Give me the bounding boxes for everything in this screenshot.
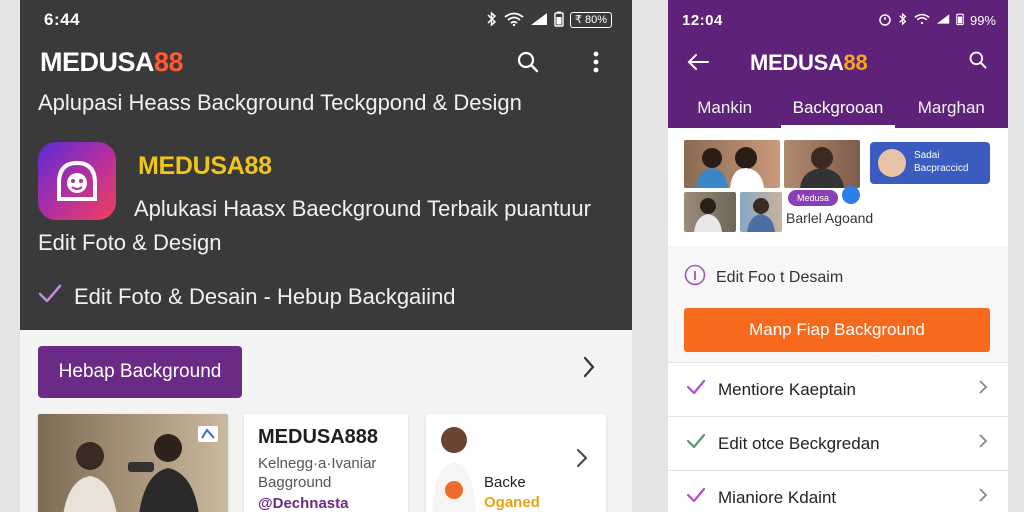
gallery-thumb[interactable] xyxy=(740,192,782,232)
wifi-icon xyxy=(914,13,930,28)
battery-percent: ₹ 80% xyxy=(569,12,612,28)
wifi-icon xyxy=(504,12,524,29)
manp-background-button[interactable]: Manp Fiap Background xyxy=(684,308,990,352)
info-card[interactable]: MEDUSA888 Kelnegg·a·Ivaniar Bagground @D… xyxy=(244,414,408,512)
chevron-right-icon[interactable] xyxy=(576,448,588,473)
photo-card[interactable] xyxy=(38,414,228,512)
promo-line1: Sadai xyxy=(914,150,940,161)
edit-label: Edit Foo t Desaim xyxy=(716,268,844,286)
list-item[interactable]: Mianiore Kdaint xyxy=(668,470,1008,512)
signal-icon xyxy=(936,13,950,28)
page-subtitle: Aplupasi Heass Background Teckgpond & De… xyxy=(38,90,522,115)
brand-text: MEDUSA xyxy=(40,46,155,77)
right-phone-screen: 12:04 99% MEDUSA88 Mankin Backgrooan Mar… xyxy=(668,0,1008,512)
person-card[interactable]: Backe Oganed xyxy=(426,414,606,512)
brand-logo: MEDUSA88 xyxy=(750,50,868,76)
chevron-right-icon xyxy=(978,487,988,508)
left-header: 6:44 ₹ 80% MEDUSA88 Aplupasi Heass Backg… xyxy=(20,0,632,330)
tab-bar: Mankin Backgrooan Marghan xyxy=(668,86,1008,128)
left-content: Hebap Background MEDUSA888 Kelnegg·a·Iva… xyxy=(20,330,632,512)
chevron-right-icon xyxy=(978,433,988,454)
status-time: 12:04 xyxy=(682,11,723,29)
card-label: Backe xyxy=(484,474,526,491)
list-item[interactable]: Edit otce Beckgredan xyxy=(668,416,1008,470)
photo-gallery: Sadai Bacpraccicd Medusa Barlel Agoand xyxy=(668,128,1008,246)
bluetooth-icon xyxy=(898,12,908,29)
tab-background[interactable]: Backgrooan xyxy=(781,86,895,128)
brand-number: 88 xyxy=(843,50,868,75)
gallery-thumb[interactable] xyxy=(684,140,780,188)
tab-mankin[interactable]: Mankin xyxy=(668,86,781,128)
info-circle-icon xyxy=(684,264,706,291)
list-item-label: Mianiore Kdaint xyxy=(718,487,837,507)
tab-marghan[interactable]: Marghan xyxy=(895,86,1008,128)
check-icon xyxy=(686,379,706,400)
promo-banner[interactable]: Sadai Bacpraccicd xyxy=(870,142,990,184)
brand-logo: MEDUSA88 xyxy=(40,46,184,78)
left-phone-screen: 6:44 ₹ 80% MEDUSA88 Aplupasi Heass Backg… xyxy=(20,0,632,512)
status-bar: 12:04 99% xyxy=(668,8,1008,32)
feature-label: Edit Foto & Desain - Hebup Backgaiind xyxy=(74,284,456,309)
check-icon xyxy=(686,433,706,454)
couple-photo xyxy=(63,426,218,512)
gallery-caption: Barlel Agoand xyxy=(786,210,874,226)
list-item-label: Mentiore Kaeptain xyxy=(718,379,856,399)
status-bar: 6:44 ₹ 80% xyxy=(20,8,632,32)
hebap-background-button[interactable]: Hebap Background xyxy=(38,346,242,398)
battery-icon xyxy=(956,12,964,29)
status-icons: ₹ 80% xyxy=(486,10,612,30)
gallery-badge: Medusa xyxy=(788,190,838,206)
card-line2: Bagground xyxy=(258,474,332,491)
right-header: 12:04 99% MEDUSA88 Mankin Backgrooan Mar… xyxy=(668,0,1008,128)
status-time: 6:44 xyxy=(44,10,81,29)
battery-icon xyxy=(554,11,564,30)
list-item[interactable]: Mentiore Kaeptain xyxy=(668,362,1008,416)
action-list: Edit Foo t Desaim Manp Fiap Background M… xyxy=(668,246,1008,512)
search-icon[interactable] xyxy=(512,46,544,78)
feature-item: Edit Foto & Desain - Hebup Backgaiind xyxy=(38,284,456,310)
card-title: MEDUSA888 xyxy=(258,426,379,448)
app-description: Aplukasi Haasx Baeckground Terbaik puant… xyxy=(134,196,591,221)
chevron-right-icon xyxy=(978,379,988,400)
boy-photo xyxy=(432,427,476,512)
list-item-label: Edit otce Beckgredan xyxy=(718,433,880,453)
app-description-line2: Edit Foto & Design xyxy=(38,230,222,255)
card-tag: Oganed xyxy=(484,494,540,511)
check-icon xyxy=(38,284,62,310)
back-arrow-icon[interactable] xyxy=(682,46,714,78)
app-bar-actions xyxy=(512,46,612,78)
chevron-right-icon[interactable] xyxy=(582,356,596,383)
app-bar: MEDUSA88 xyxy=(40,40,612,84)
gallery-thumb[interactable] xyxy=(684,192,736,232)
notification-dot xyxy=(842,186,860,204)
avatar xyxy=(878,149,906,177)
card-tag: @Dechnasta xyxy=(258,495,349,512)
bluetooth-icon xyxy=(486,10,498,30)
gallery-thumb[interactable] xyxy=(784,140,860,188)
search-icon[interactable] xyxy=(968,50,988,75)
status-icons: 99% xyxy=(878,12,996,29)
app-name: MEDUSA88 xyxy=(138,152,272,180)
mascot-icon xyxy=(57,160,97,201)
alarm-icon xyxy=(878,12,892,29)
card-line1: Kelnegg·a·Ivaniar xyxy=(258,455,377,472)
promo-line2: Bacpraccicd xyxy=(914,163,969,174)
edit-label-row: Edit Foo t Desaim xyxy=(684,264,843,291)
brand-text: MEDUSA xyxy=(750,50,844,75)
check-icon xyxy=(686,487,706,508)
more-vert-icon[interactable] xyxy=(580,46,612,78)
signal-icon xyxy=(530,12,548,29)
brand-number: 88 xyxy=(154,46,184,77)
battery-percent: 99% xyxy=(969,12,996,28)
app-icon[interactable] xyxy=(38,142,116,220)
